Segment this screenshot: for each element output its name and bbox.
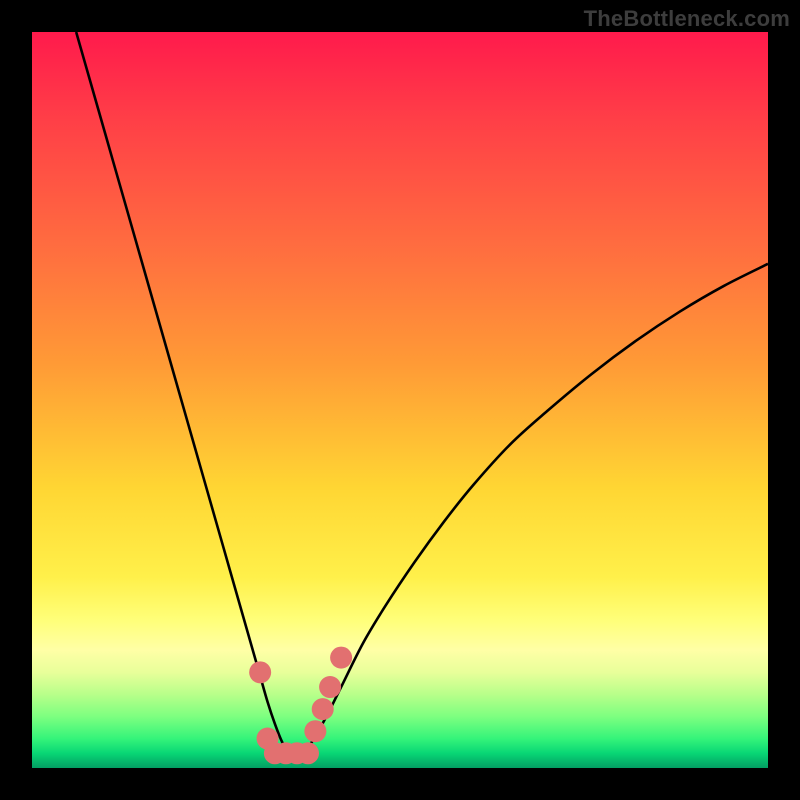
- marker-dots-group: [249, 647, 352, 765]
- dot-left-upper: [249, 661, 271, 683]
- bottleneck-curve-path: [76, 32, 768, 757]
- dot-right-3: [319, 676, 341, 698]
- chart-svg: [32, 32, 768, 768]
- dot-right-1: [304, 720, 326, 742]
- dot-bottom-4: [297, 742, 319, 764]
- chart-frame: TheBottleneck.com: [0, 0, 800, 800]
- dot-right-upper: [330, 647, 352, 669]
- dot-right-2: [312, 698, 334, 720]
- watermark-text: TheBottleneck.com: [584, 6, 790, 32]
- chart-plot-area: [32, 32, 768, 768]
